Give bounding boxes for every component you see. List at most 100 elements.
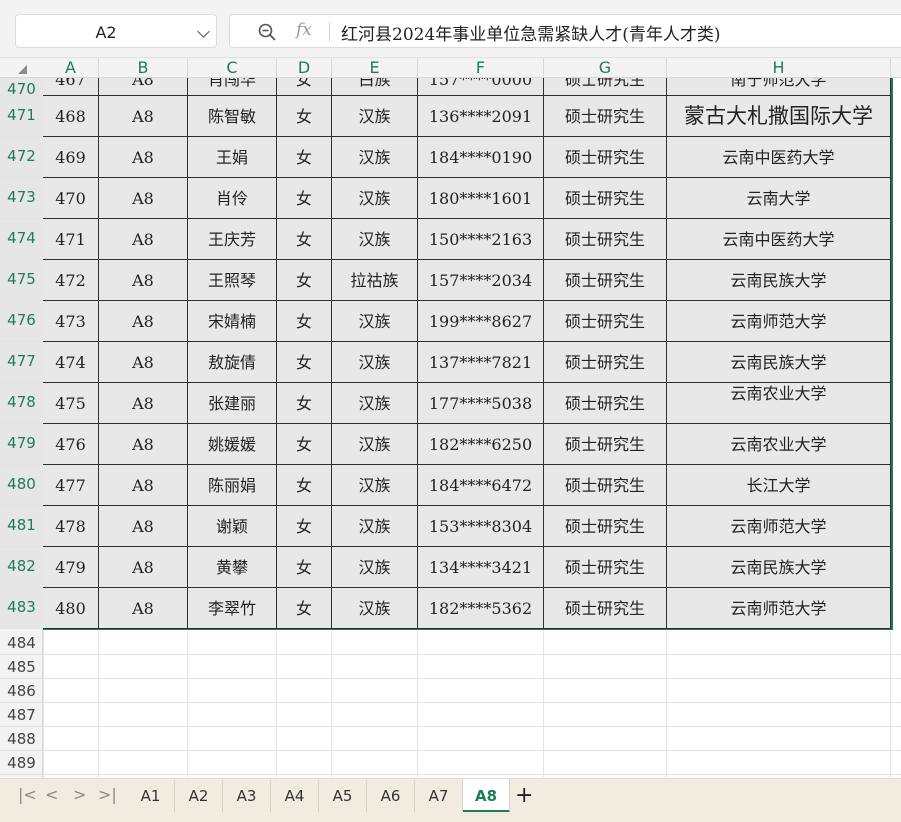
column-header-g[interactable]: G: [544, 58, 667, 78]
table-cell[interactable]: 汉族: [332, 424, 418, 465]
sheet-tab-a4[interactable]: A4: [271, 779, 319, 813]
table-cell[interactable]: 137****7821: [418, 342, 544, 383]
column-header-f[interactable]: F: [418, 58, 544, 78]
table-cell[interactable]: 女: [277, 96, 332, 137]
table-cell[interactable]: 南宁师范大学: [667, 78, 891, 96]
table-cell[interactable]: 女: [277, 342, 332, 383]
table-cell[interactable]: 汉族: [332, 465, 418, 506]
row-header[interactable]: 470: [0, 78, 43, 98]
table-cell[interactable]: 女: [277, 465, 332, 506]
table-cell[interactable]: 473: [43, 301, 99, 342]
fx-icon[interactable]: fx: [296, 20, 312, 40]
prev-sheet-icon[interactable]: <: [45, 785, 58, 804]
row-header[interactable]: 479: [0, 424, 43, 465]
table-cell[interactable]: 张建丽: [188, 383, 277, 424]
table-cell[interactable]: 汉族: [332, 342, 418, 383]
table-cell[interactable]: 479: [43, 547, 99, 588]
table-cell[interactable]: 女: [277, 301, 332, 342]
table-cell[interactable]: 云南民族大学: [667, 342, 891, 383]
table-cell[interactable]: 女: [277, 78, 332, 96]
table-cell[interactable]: 宋婧楠: [188, 301, 277, 342]
table-cell[interactable]: 王娟: [188, 137, 277, 178]
row-header[interactable]: 487: [0, 703, 43, 727]
table-cell[interactable]: 475: [43, 383, 99, 424]
name-box[interactable]: A2: [15, 14, 217, 48]
sheet-tab-a6[interactable]: A6: [367, 779, 415, 813]
table-cell[interactable]: A8: [99, 178, 188, 219]
row-header[interactable]: 474: [0, 219, 43, 260]
first-sheet-icon[interactable]: |<: [18, 785, 37, 804]
table-cell[interactable]: 480: [43, 588, 99, 629]
table-cell[interactable]: 476: [43, 424, 99, 465]
column-header-b[interactable]: B: [99, 58, 188, 78]
formula-bar[interactable]: fx 红河县2024年事业单位急需紧缺人才(青年人才类): [229, 14, 901, 48]
table-cell[interactable]: 182****6250: [418, 424, 544, 465]
table-cell[interactable]: 汉族: [332, 219, 418, 260]
table-cell[interactable]: 134****3421: [418, 547, 544, 588]
table-cell[interactable]: 硕士研究生: [544, 383, 667, 424]
row-header[interactable]: 485: [0, 655, 43, 679]
table-cell[interactable]: 拉祜族: [332, 260, 418, 301]
table-cell[interactable]: 汉族: [332, 96, 418, 137]
table-cell[interactable]: 182****5362: [418, 588, 544, 629]
row-header[interactable]: 471: [0, 96, 43, 137]
table-cell[interactable]: 汉族: [332, 383, 418, 424]
table-cell[interactable]: 硕士研究生: [544, 342, 667, 383]
table-cell[interactable]: 157****2034: [418, 260, 544, 301]
table-cell[interactable]: 硕士研究生: [544, 219, 667, 260]
sheet-tab-a1[interactable]: A1: [127, 779, 175, 813]
table-cell[interactable]: 女: [277, 383, 332, 424]
table-cell[interactable]: 女: [277, 424, 332, 465]
table-cell[interactable]: A8: [99, 424, 188, 465]
select-all-corner[interactable]: [18, 65, 27, 74]
table-cell[interactable]: 云南农业大学: [667, 424, 891, 465]
table-cell[interactable]: 肖闯华: [188, 78, 277, 96]
column-header-h[interactable]: H: [667, 58, 891, 78]
column-header-c[interactable]: C: [188, 58, 277, 78]
table-cell[interactable]: A8: [99, 465, 188, 506]
table-cell[interactable]: 女: [277, 178, 332, 219]
row-header[interactable]: 478: [0, 383, 43, 424]
table-cell[interactable]: 女: [277, 588, 332, 629]
row-header[interactable]: 476: [0, 301, 43, 342]
table-cell[interactable]: A8: [99, 301, 188, 342]
sheet-tab-a3[interactable]: A3: [223, 779, 271, 813]
row-header[interactable]: 475: [0, 260, 43, 301]
add-sheet-button[interactable]: +: [515, 783, 533, 808]
table-cell[interactable]: 云南师范大学: [667, 506, 891, 547]
table-cell[interactable]: 471: [43, 219, 99, 260]
row-header[interactable]: 480: [0, 465, 43, 506]
table-cell[interactable]: A8: [99, 137, 188, 178]
row-header[interactable]: 489: [0, 751, 43, 775]
table-cell[interactable]: 177****5038: [418, 383, 544, 424]
table-cell[interactable]: 硕士研究生: [544, 96, 667, 137]
table-cell[interactable]: 汉族: [332, 506, 418, 547]
table-cell[interactable]: 硕士研究生: [544, 301, 667, 342]
table-cell[interactable]: 谢颖: [188, 506, 277, 547]
table-cell[interactable]: 467: [43, 78, 99, 96]
row-header[interactable]: 486: [0, 679, 43, 703]
table-cell[interactable]: 李翠竹: [188, 588, 277, 629]
next-sheet-icon[interactable]: >: [73, 785, 86, 804]
table-cell[interactable]: 硕士研究生: [544, 465, 667, 506]
column-header-d[interactable]: D: [277, 58, 332, 78]
table-cell[interactable]: A8: [99, 342, 188, 383]
table-cell[interactable]: 硕士研究生: [544, 178, 667, 219]
table-cell[interactable]: 白族: [332, 78, 418, 96]
cell-grid[interactable]: 467 A8 肖闯华女白族 157****0000 硕士研究生 南宁师范大学 468 A8 陈智…: [43, 78, 901, 778]
formula-content[interactable]: 红河县2024年事业单位急需紧缺人才(青年人才类): [341, 20, 721, 45]
table-cell[interactable]: 472: [43, 260, 99, 301]
table-cell[interactable]: 468: [43, 96, 99, 137]
table-cell[interactable]: 肖伶: [188, 178, 277, 219]
table-cell[interactable]: 汉族: [332, 588, 418, 629]
table-cell[interactable]: 180****1601: [418, 178, 544, 219]
table-cell[interactable]: 硕士研究生: [544, 78, 667, 96]
table-cell[interactable]: A8: [99, 547, 188, 588]
table-cell[interactable]: 云南师范大学: [667, 301, 891, 342]
table-cell[interactable]: 150****2163: [418, 219, 544, 260]
sheet-tab-a2[interactable]: A2: [175, 779, 223, 813]
table-cell[interactable]: 184****0190: [418, 137, 544, 178]
row-header[interactable]: 482: [0, 547, 43, 588]
table-cell[interactable]: 陈丽娟: [188, 465, 277, 506]
table-cell[interactable]: 女: [277, 219, 332, 260]
